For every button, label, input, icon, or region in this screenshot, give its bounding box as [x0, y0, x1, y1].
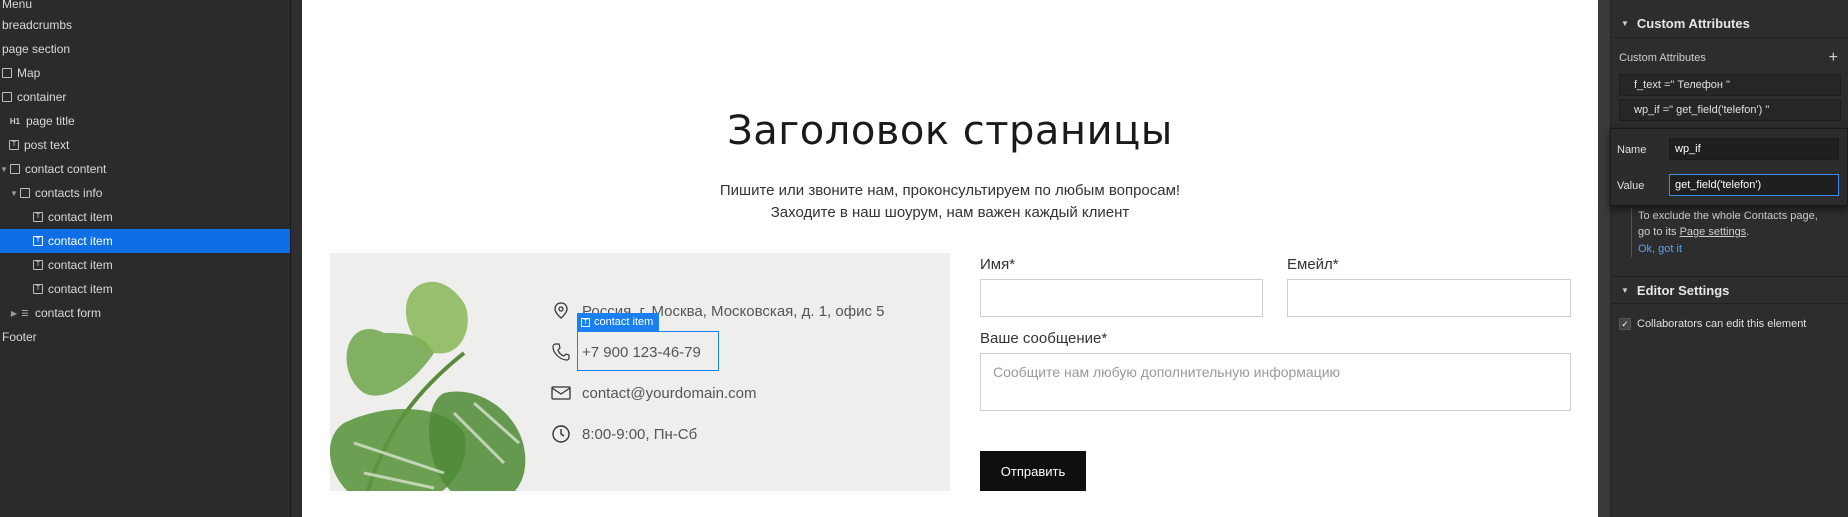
settings-panel-inner: ▼ Custom Attributes Custom Attributes + …: [1610, 0, 1848, 517]
nav-item-label: contact item: [48, 258, 113, 272]
monstera-leaf-image: [330, 281, 526, 491]
nav-item-contact-content[interactable]: ▼ contact content: [0, 157, 290, 181]
nav-item-label: post text: [24, 138, 70, 152]
contact-email-text: contact@yourdomain.com: [582, 384, 757, 402]
chevron-down-icon: ▼: [1621, 19, 1629, 28]
nav-item-label: contact item: [48, 210, 113, 224]
nav-item-contact-item-4[interactable]: T contact item: [0, 277, 290, 301]
nav-item-label: Menu: [2, 0, 33, 11]
exclude-note: To exclude the whole Contacts page, go t…: [1631, 208, 1841, 257]
ok-got-it-link[interactable]: Ok, got it: [1638, 241, 1841, 257]
note-period: .: [1746, 226, 1750, 238]
nav-item-contacts-info[interactable]: ▼ contacts info: [0, 181, 290, 205]
nav-item-label: container: [17, 90, 67, 104]
mail-icon: [551, 383, 571, 403]
text-icon: T: [33, 260, 43, 270]
attribute-value-input[interactable]: get_field('telefon'): [1669, 174, 1839, 196]
collaborators-row[interactable]: ✓ Collaborators can edit this element: [1619, 318, 1806, 330]
nav-item-post-text[interactable]: T post text: [0, 133, 290, 157]
popup-name-label: Name: [1617, 144, 1647, 156]
page-subtitle-line-2[interactable]: Заходите в наш шоурум, нам важен каждый …: [302, 204, 1598, 221]
clock-icon: [551, 424, 571, 444]
box-icon: [10, 164, 20, 174]
chevron-down-icon: ▼: [1621, 285, 1629, 295]
text-icon: T: [9, 140, 19, 150]
nav-item-footer[interactable]: Footer: [0, 325, 290, 349]
editor-settings-header[interactable]: ▼ Editor Settings: [1611, 276, 1848, 304]
contact-item-email[interactable]: contact@yourdomain.com: [551, 382, 756, 404]
name-label: Имя*: [980, 256, 1016, 273]
collaborators-label: Collaborators can edit this element: [1637, 318, 1807, 330]
box-icon: [2, 68, 12, 78]
nav-item-label: contact content: [25, 162, 107, 176]
location-pin-icon: [551, 301, 571, 321]
chevron-down-icon[interactable]: ▼: [10, 189, 18, 198]
nav-item-contact-form[interactable]: ▶ ☰ contact form: [0, 301, 290, 325]
nav-item-container[interactable]: container: [0, 85, 290, 109]
text-icon: T: [33, 284, 43, 294]
contact-item-hours[interactable]: 8:00-9:00, Пн-Сб: [551, 423, 697, 445]
attribute-name-input[interactable]: wp_if: [1669, 138, 1839, 160]
page-settings-link[interactable]: Page settings: [1680, 226, 1747, 238]
page-subtitle-line-1[interactable]: Пишите или звоните нам, проконсультируем…: [302, 182, 1598, 199]
nav-item-label: page section: [2, 42, 71, 56]
contact-hours-text: 8:00-9:00, Пн-Сб: [582, 425, 698, 443]
box-icon: [2, 92, 12, 102]
page-title[interactable]: Заголовок страницы: [302, 108, 1598, 154]
nav-item-label: contact item: [48, 234, 113, 248]
text-icon: T: [581, 317, 590, 327]
nav-item-label: breadcrumbs: [2, 18, 73, 32]
add-attribute-icon[interactable]: +: [1829, 49, 1838, 67]
attribute-row-f-text[interactable]: f_text =" Телефон ": [1619, 74, 1841, 96]
nav-item-label: page title: [26, 114, 75, 128]
selection-tag[interactable]: T contact item: [577, 313, 660, 331]
popup-value-label: Value: [1617, 180, 1645, 192]
navigator-panel: Menu breadcrumbs page section Map contai…: [0, 0, 291, 517]
message-label: Ваше сообщение*: [980, 330, 1108, 347]
nav-item-contact-item-3[interactable]: T contact item: [0, 253, 290, 277]
nav-item-label: Footer: [2, 330, 37, 344]
nav-item-label: Map: [17, 66, 41, 80]
attribute-row-wp-if[interactable]: wp_if =" get_field('telefon') ": [1619, 99, 1841, 121]
email-label: Емейл*: [1287, 256, 1339, 273]
text-icon: T: [33, 236, 43, 246]
phone-icon: [551, 342, 571, 362]
heading-icon: H1: [9, 116, 21, 126]
chevron-right-icon[interactable]: ▶: [10, 309, 18, 318]
nav-item-label: contact form: [35, 306, 102, 320]
nav-item-label: contacts info: [35, 186, 103, 200]
nav-item-page-section[interactable]: page section: [0, 37, 290, 61]
attribute-edit-popup: Name wp_if Value get_field('telefon'): [1610, 128, 1848, 206]
form-icon: ☰: [21, 308, 29, 318]
app-window: Menu breadcrumbs page section Map contai…: [0, 0, 1848, 517]
contacts-info[interactable]: [330, 253, 950, 491]
custom-attributes-label: Custom Attributes: [1619, 52, 1706, 64]
custom-attributes-header[interactable]: ▼ Custom Attributes: [1611, 10, 1848, 38]
editor-settings-title: Editor Settings: [1636, 282, 1730, 298]
selection-outline: [577, 331, 719, 371]
nav-item-contact-item-2[interactable]: T contact item: [0, 229, 290, 253]
box-icon: [20, 188, 30, 198]
message-field[interactable]: Сообщите нам любую дополнительную информ…: [980, 353, 1571, 411]
message-placeholder: Сообщите нам любую дополнительную информ…: [993, 364, 1341, 380]
submit-button[interactable]: Отправить: [980, 451, 1086, 491]
nav-item-label: contact item: [48, 282, 113, 296]
email-field[interactable]: [1287, 279, 1571, 317]
name-field[interactable]: [980, 279, 1263, 317]
chevron-down-icon[interactable]: ▼: [0, 165, 8, 174]
note-text-line-2: go to its: [1638, 226, 1680, 238]
page-canvas: Заголовок страницы Пишите или звоните на…: [302, 0, 1598, 517]
collaborators-checkbox[interactable]: ✓: [1619, 318, 1631, 330]
nav-item-map[interactable]: Map: [0, 61, 290, 85]
selection-tag-label: contact item: [594, 316, 654, 328]
note-text-line-1: To exclude the whole Contacts page,: [1638, 210, 1818, 222]
nav-item-contact-item-1[interactable]: T contact item: [0, 205, 290, 229]
nav-item-page-title[interactable]: H1 page title: [0, 109, 290, 133]
settings-panel: ▼ Custom Attributes Custom Attributes + …: [1598, 0, 1848, 517]
custom-attributes-title: Custom Attributes: [1636, 16, 1750, 31]
text-icon: T: [33, 212, 43, 222]
nav-item-breadcrumbs[interactable]: breadcrumbs: [0, 13, 290, 37]
